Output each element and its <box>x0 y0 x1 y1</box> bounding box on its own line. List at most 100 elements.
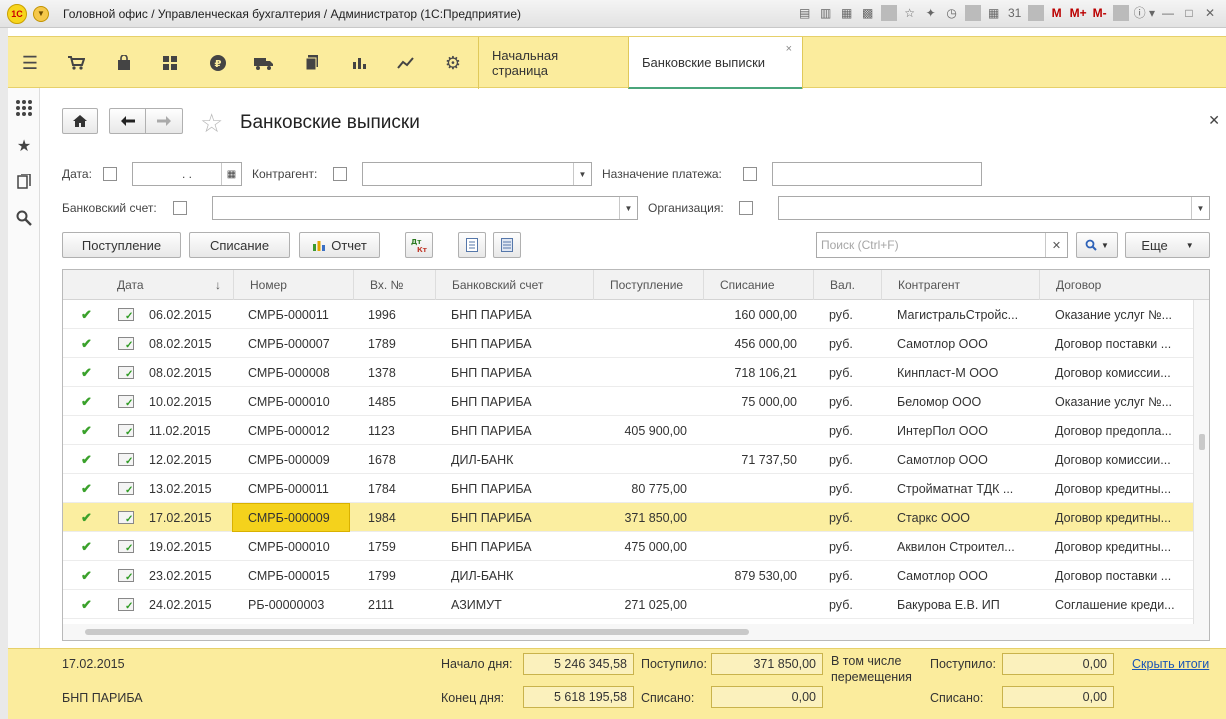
cell-income[interactable] <box>593 329 687 358</box>
cell-number[interactable]: СМРБ-000007 <box>248 329 348 358</box>
cell-currency[interactable]: руб. <box>829 532 879 561</box>
report-button[interactable]: Отчет <box>299 232 380 258</box>
cell-bank-account[interactable]: БНП ПАРИБА <box>451 474 591 503</box>
cell-income[interactable]: 475 000,00 <box>593 532 687 561</box>
cell-contract[interactable]: Соглашение креди... <box>1055 590 1183 619</box>
cell-number[interactable]: СМРБ-000008 <box>248 358 348 387</box>
forward-button[interactable] <box>145 108 183 134</box>
cell-expense[interactable]: 75 000,00 <box>703 387 797 416</box>
cell-date[interactable]: 19.02.2015 <box>149 532 239 561</box>
horizontal-scrollbar-thumb[interactable] <box>85 629 749 635</box>
table-row[interactable]: ✔ 12.02.2015 СМРБ-000009 1678 ДИЛ-БАНК 71 737… <box>63 445 1195 474</box>
cell-in-number[interactable]: 1789 <box>368 329 428 358</box>
favorites-icon[interactable]: ✦ <box>923 6 939 20</box>
cell-income[interactable]: 405 900,00 <box>593 416 687 445</box>
organization-filter-checkbox[interactable] <box>739 201 753 215</box>
history-icon[interactable]: ◷ <box>944 6 960 20</box>
close-form-icon[interactable]: ✕ <box>1208 112 1220 129</box>
cell-contract[interactable]: Договор комиссии... <box>1055 358 1183 387</box>
cell-income[interactable] <box>593 300 687 329</box>
cell-contract[interactable]: Оказание услуг №... <box>1055 387 1183 416</box>
horizontal-scrollbar[interactable] <box>63 624 1195 640</box>
cell-counterparty[interactable]: Самотлор ООО <box>897 329 1035 358</box>
table-row[interactable]: ✔ 08.02.2015 СМРБ-000008 1378 БНП ПАРИБА 718 … <box>63 358 1195 387</box>
cell-contract[interactable]: Договор кредитны... <box>1055 503 1183 532</box>
search-input[interactable]: Поиск (Ctrl+F) ✕ <box>816 232 1068 258</box>
cell-bank-account[interactable]: АЗИМУТ <box>451 590 591 619</box>
cell-date[interactable]: 10.02.2015 <box>149 387 239 416</box>
cell-number[interactable]: СМРБ-000009 <box>248 445 348 474</box>
close-tab-icon[interactable]: × <box>786 43 792 55</box>
column-header-bank-account[interactable]: Банковский счет <box>435 270 593 300</box>
cell-bank-account[interactable]: БНП ПАРИБА <box>451 300 591 329</box>
cell-in-number[interactable]: 1485 <box>368 387 428 416</box>
search-options-button[interactable]: ▼ <box>1076 232 1118 258</box>
cell-currency[interactable]: руб. <box>829 300 879 329</box>
column-header-expense[interactable]: Списание <box>703 270 813 300</box>
cell-expense[interactable] <box>703 532 797 561</box>
cell-counterparty[interactable]: Самотлор ООО <box>897 561 1035 590</box>
cell-counterparty[interactable]: ИнтерПол ООО <box>897 416 1035 445</box>
cell-contract[interactable]: Договор кредитны... <box>1055 474 1183 503</box>
cell-in-number[interactable]: 1759 <box>368 532 428 561</box>
preview-icon[interactable]: ▥ <box>818 6 834 20</box>
list-view-button[interactable] <box>493 232 521 258</box>
cell-in-number[interactable]: 2111 <box>368 590 428 619</box>
cell-expense[interactable] <box>703 474 797 503</box>
dt-kt-postings-button[interactable]: Дт Кт <box>405 232 433 258</box>
cell-bank-account[interactable]: БНП ПАРИБА <box>451 503 591 532</box>
cell-in-number[interactable]: 1378 <box>368 358 428 387</box>
writeoff-button[interactable]: Списание <box>189 232 290 258</box>
cell-in-number[interactable]: 1984 <box>368 503 428 532</box>
table-row[interactable]: ✔ 11.02.2015 СМРБ-000012 1123 БНП ПАРИБА405 … <box>63 416 1195 445</box>
counterparty-filter-input[interactable]: ▼ <box>362 162 592 186</box>
date-filter-input[interactable]: . . ▦ <box>132 162 242 186</box>
memory-button[interactable]: M <box>1049 6 1065 20</box>
table-row[interactable]: ✔ 24.02.2015 РБ-00000003 2111 АЗИМУТ271 025,… <box>63 590 1195 619</box>
memory-minus-button[interactable]: M- <box>1092 6 1108 20</box>
cell-expense[interactable] <box>703 503 797 532</box>
cell-income[interactable] <box>593 561 687 590</box>
cell-bank-account[interactable]: БНП ПАРИБА <box>451 358 591 387</box>
bank-account-filter-input[interactable]: ▼ <box>212 196 638 220</box>
hide-totals-link[interactable]: Скрыть итоги <box>1132 657 1209 671</box>
bank-account-filter-checkbox[interactable] <box>173 201 187 215</box>
table-row[interactable]: ✔ 10.02.2015 СМРБ-000010 1485 БНП ПАРИБА 75 0… <box>63 387 1195 416</box>
cell-number[interactable]: РБ-00000003 <box>248 590 348 619</box>
cell-bank-account[interactable]: БНП ПАРИБА <box>451 532 591 561</box>
column-header-date[interactable]: Дата ↓ <box>101 270 233 300</box>
back-button[interactable] <box>109 108 146 134</box>
cell-currency[interactable]: руб. <box>829 445 879 474</box>
cell-contract[interactable]: Договор кредитны... <box>1055 532 1183 561</box>
document-list-button[interactable] <box>458 232 486 258</box>
column-header-number[interactable]: Номер <box>233 270 353 300</box>
table-row[interactable]: ✔ 08.02.2015 СМРБ-000007 1789 БНП ПАРИБА 456 … <box>63 329 1195 358</box>
bag-icon[interactable] <box>112 51 136 75</box>
calendar-icon[interactable]: 31 <box>1007 6 1023 20</box>
column-header-currency[interactable]: Вал. <box>813 270 881 300</box>
cell-income[interactable] <box>593 445 687 474</box>
main-menu-button[interactable]: ▼ <box>33 5 49 22</box>
cart-icon[interactable] <box>64 51 88 75</box>
vertical-scrollbar-thumb[interactable] <box>1199 434 1205 450</box>
cell-expense[interactable]: 879 530,00 <box>703 561 797 590</box>
cell-counterparty[interactable]: Кинпласт-М ООО <box>897 358 1035 387</box>
documents-icon[interactable] <box>300 51 324 75</box>
cell-date[interactable]: 12.02.2015 <box>149 445 239 474</box>
cell-expense[interactable]: 456 000,00 <box>703 329 797 358</box>
cell-expense[interactable] <box>703 416 797 445</box>
cell-currency[interactable]: руб. <box>829 416 879 445</box>
print-icon[interactable]: ▤ <box>797 6 813 20</box>
organization-filter-input[interactable]: ▼ <box>778 196 1210 220</box>
cell-income[interactable] <box>593 387 687 416</box>
cell-date[interactable]: 13.02.2015 <box>149 474 239 503</box>
clear-search-icon[interactable]: ✕ <box>1045 233 1067 257</box>
menu-icon[interactable]: ☰ <box>18 51 42 75</box>
cell-contract[interactable]: Договор поставки ... <box>1055 329 1183 358</box>
cell-counterparty[interactable]: МагистральСтройс... <box>897 300 1035 329</box>
cell-number[interactable]: СМРБ-000011 <box>248 474 348 503</box>
close-window-icon[interactable]: ✕ <box>1202 6 1218 20</box>
receipt-button[interactable]: Поступление <box>62 232 181 258</box>
cell-currency[interactable]: руб. <box>829 329 879 358</box>
search-icon[interactable] <box>14 208 34 228</box>
